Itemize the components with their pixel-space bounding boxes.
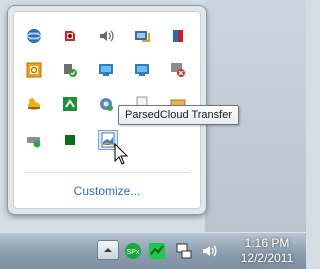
- sync-green-icon[interactable]: [62, 96, 78, 112]
- popup-divider: [24, 172, 190, 173]
- chevron-up-icon: [104, 248, 112, 252]
- usb-device-ok-icon[interactable]: [62, 62, 78, 78]
- sp-badge-icon[interactable]: SPx: [124, 242, 142, 260]
- clock-date: 12/2/2011: [240, 251, 294, 265]
- sp-badge-text: SPx: [127, 249, 140, 256]
- display-icon[interactable]: [98, 62, 114, 78]
- outlook-icon[interactable]: [26, 62, 42, 78]
- action-center-icon[interactable]: [170, 28, 186, 44]
- network-globe-icon[interactable]: [26, 28, 42, 44]
- settings-sync-icon[interactable]: [98, 96, 114, 112]
- display-error-icon[interactable]: [170, 62, 186, 78]
- network-icon[interactable]: [175, 242, 193, 260]
- network-tray-icon[interactable]: [134, 28, 150, 44]
- green-status-icon[interactable]: [148, 242, 166, 260]
- green-square-icon[interactable]: [62, 132, 78, 148]
- taskbar-clock[interactable]: 1:16 PM 12/2/2011: [234, 236, 300, 266]
- drive-check-icon[interactable]: [26, 132, 42, 148]
- duck-app-icon[interactable]: [26, 96, 42, 112]
- tooltip: ParsedCloud Transfer: [118, 105, 239, 125]
- mouse-cursor-icon: [114, 143, 129, 165]
- display-icon-2[interactable]: [134, 62, 150, 78]
- taskbar: SPx 1:16 PM 12/2/2011: [0, 232, 306, 269]
- customize-link[interactable]: Customize...: [14, 184, 200, 198]
- volume-icon[interactable]: [201, 242, 219, 260]
- speaker-icon[interactable]: [98, 28, 114, 44]
- clock-time: 1:16 PM: [244, 236, 290, 250]
- show-hidden-icons-button[interactable]: [97, 240, 119, 260]
- audio-device-icon[interactable]: [62, 28, 78, 44]
